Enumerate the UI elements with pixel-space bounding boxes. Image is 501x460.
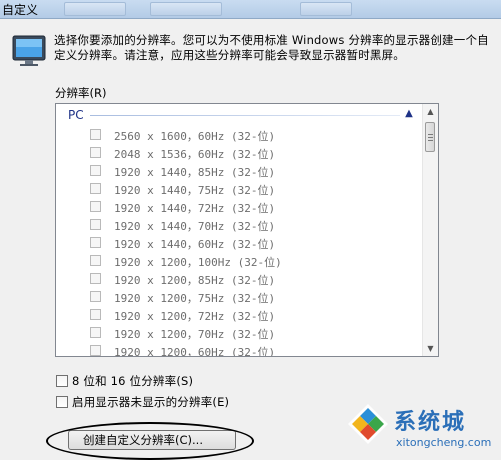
list-item-checkbox[interactable] <box>90 273 101 284</box>
scrollbar-grip <box>428 140 433 141</box>
title-bar-glass <box>300 2 352 16</box>
description-text: 选择你要添加的分辨率。您可以为不使用标准 Windows 分辨率的显示器创建一个… <box>54 33 489 62</box>
list-item-checkbox[interactable] <box>90 327 101 338</box>
list-item[interactable]: 1920 x 1200，60Hz (32-位) <box>56 342 424 357</box>
list-item-checkbox[interactable] <box>90 309 101 320</box>
list-item[interactable]: 2560 x 1600，60Hz (32-位) <box>56 126 424 144</box>
list-item-label: 1920 x 1200，85Hz (32-位) <box>114 274 276 287</box>
list-item[interactable]: 2048 x 1536，60Hz (32-位) <box>56 144 424 162</box>
scroll-down-arrow-icon[interactable]: ▼ <box>423 341 438 356</box>
list-item-label: 1920 x 1200，60Hz (32-位) <box>114 346 276 357</box>
scrollbar-grip <box>428 137 433 138</box>
chevron-up-icon[interactable]: ▲ <box>402 107 416 121</box>
title-bar: 自定义 <box>0 0 501 19</box>
checkbox-label: 8 位和 16 位分辨率(S) <box>72 374 194 388</box>
list-item-checkbox[interactable] <box>90 291 101 302</box>
scroll-up-arrow-icon[interactable]: ▲ <box>423 104 438 119</box>
resolutions-label: 分辨率(R) <box>55 86 107 100</box>
list-item-label: 1920 x 1440，60Hz (32-位) <box>114 238 276 251</box>
list-item[interactable]: 1920 x 1200，100Hz (32-位) <box>56 252 424 270</box>
list-item-label: 1920 x 1200，70Hz (32-位) <box>114 328 276 341</box>
title-bar-glass <box>64 2 126 16</box>
list-item-label: 1920 x 1200，75Hz (32-位) <box>114 292 276 305</box>
unsupported-resolutions-checkbox[interactable]: 启用显示器未显示的分辨率(E) <box>56 394 229 410</box>
scrollbar-grip <box>428 134 433 135</box>
list-item-checkbox[interactable] <box>90 219 101 230</box>
windows-logo-icon <box>348 404 388 444</box>
group-name: PC <box>68 108 84 122</box>
list-item[interactable]: 1920 x 1440，70Hz (32-位) <box>56 216 424 234</box>
highlight-ellipse <box>46 422 254 460</box>
checkbox-box[interactable] <box>56 375 68 387</box>
checkbox-box[interactable] <box>56 396 68 408</box>
scrollbar-thumb[interactable] <box>425 122 435 152</box>
list-item[interactable]: 1920 x 1440，75Hz (32-位) <box>56 180 424 198</box>
list-item-label: 1920 x 1200，100Hz (32-位) <box>114 256 282 269</box>
list-item[interactable]: 1920 x 1200，75Hz (32-位) <box>56 288 424 306</box>
group-header-pc[interactable]: PC ▲ <box>56 104 424 126</box>
resolution-list[interactable]: PC ▲ 2560 x 1600，60Hz (32-位) 2048 x 1536… <box>55 103 439 357</box>
list-item-label: 1920 x 1440，70Hz (32-位) <box>114 220 276 233</box>
list-item-label: 1920 x 1440，85Hz (32-位) <box>114 166 276 179</box>
list-item[interactable]: 1920 x 1200，70Hz (32-位) <box>56 324 424 342</box>
bit-depth-checkbox[interactable]: 8 位和 16 位分辨率(S) <box>56 373 193 389</box>
list-scrollbar[interactable]: ▲ ▼ <box>422 104 438 356</box>
group-divider <box>90 115 400 116</box>
list-item-checkbox[interactable] <box>90 237 101 248</box>
title-bar-glass <box>150 2 222 16</box>
list-item[interactable]: 1920 x 1440，72Hz (32-位) <box>56 198 424 216</box>
list-item-checkbox[interactable] <box>90 147 101 158</box>
list-item-checkbox[interactable] <box>90 183 101 194</box>
list-item-label: 1920 x 1440，75Hz (32-位) <box>114 184 276 197</box>
monitor-icon <box>12 35 46 66</box>
list-item-label: 2048 x 1536，60Hz (32-位) <box>114 148 276 161</box>
list-item-label: 2560 x 1600，60Hz (32-位) <box>114 130 276 143</box>
list-item-label: 1920 x 1200，72Hz (32-位) <box>114 310 276 323</box>
list-item[interactable]: 1920 x 1200，85Hz (32-位) <box>56 270 424 288</box>
watermark-url: xitongcheng.com <box>396 436 492 449</box>
checkbox-label: 启用显示器未显示的分辨率(E) <box>72 395 230 409</box>
list-item-checkbox[interactable] <box>90 201 101 212</box>
list-item[interactable]: 1920 x 1440，60Hz (32-位) <box>56 234 424 252</box>
list-item-label: 1920 x 1440，72Hz (32-位) <box>114 202 276 215</box>
list-item[interactable]: 1920 x 1200，72Hz (32-位) <box>56 306 424 324</box>
list-item[interactable]: 1920 x 1440，85Hz (32-位) <box>56 162 424 180</box>
watermark-name: 系统城 <box>394 410 467 435</box>
list-item-checkbox[interactable] <box>90 129 101 140</box>
list-item-checkbox[interactable] <box>90 255 101 266</box>
watermark: 系统城 xitongcheng.com <box>342 400 501 457</box>
list-item-checkbox[interactable] <box>90 345 101 356</box>
window-title: 自定义 <box>2 3 39 17</box>
list-item-checkbox[interactable] <box>90 165 101 176</box>
